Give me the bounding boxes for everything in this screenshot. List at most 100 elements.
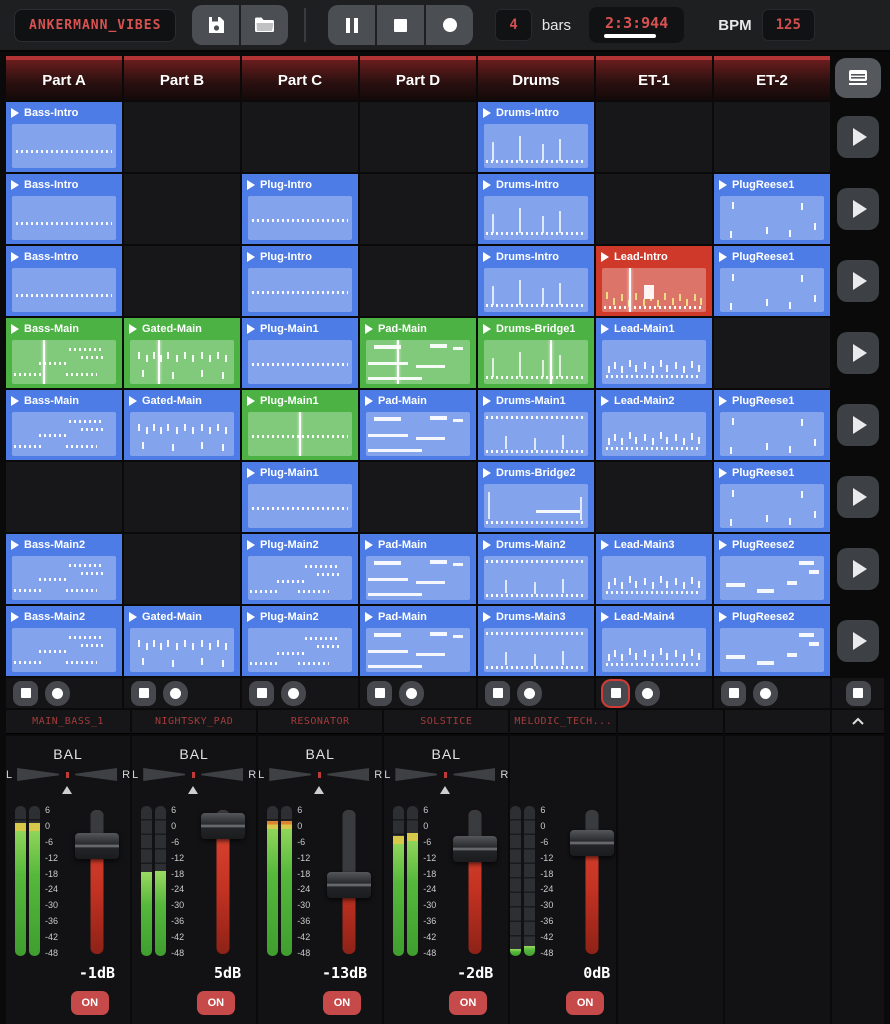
empty-clip-slot[interactable] [714,318,830,388]
empty-clip-slot[interactable] [124,174,240,244]
track-name-main-bass-1[interactable]: MAIN_BASS_1 [6,710,130,734]
empty-clip-slot[interactable] [360,246,476,316]
track-name-solstice[interactable]: SOLSTICE [384,710,508,734]
track-header-drums[interactable]: Drums [478,56,594,100]
clip-bass-intro[interactable]: Bass-Intro [6,174,122,244]
clip-drums-intro[interactable]: Drums-Intro [478,102,594,172]
empty-clip-slot[interactable] [6,462,122,532]
track-header-part-a[interactable]: Part A [6,56,122,100]
clip-lead-main4[interactable]: Lead-Main4 [596,606,712,676]
clip-pad-main[interactable]: Pad-Main [360,390,476,460]
fader-handle[interactable] [201,813,245,839]
clip-lead-main2[interactable]: Lead-Main2 [596,390,712,460]
scene-play-button-3[interactable] [837,260,879,302]
empty-clip-slot[interactable] [596,102,712,172]
scene-play-button-7[interactable] [837,548,879,590]
track-record-button-part-c[interactable] [281,681,306,706]
time-display[interactable]: 2:3:944 [589,7,684,43]
clip-drums-main3[interactable]: Drums-Main3 [478,606,594,676]
clip-plug-intro[interactable]: Plug-Intro [242,174,358,244]
clip-plugreese2[interactable]: PlugReese2 [714,534,830,604]
scene-play-button-5[interactable] [837,404,879,446]
empty-clip-slot[interactable] [714,102,830,172]
volume-fader[interactable] [452,806,498,958]
scene-play-button-8[interactable] [837,620,879,662]
clip-bass-main2[interactable]: Bass-Main2 [6,534,122,604]
clip-gated-main[interactable]: Gated-Main [124,606,240,676]
bpm-value[interactable]: 125 [762,9,815,41]
channel-on-button[interactable]: ON [449,991,488,1015]
clip-pad-main[interactable]: Pad-Main [360,534,476,604]
fader-handle[interactable] [570,830,614,856]
track-record-button-part-a[interactable] [45,681,70,706]
scene-play-button-2[interactable] [837,188,879,230]
clip-gated-main[interactable]: Gated-Main [124,390,240,460]
track-header-part-d[interactable]: Part D [360,56,476,100]
clip-plugreese1[interactable]: PlugReese1 [714,390,830,460]
fader-handle[interactable] [453,836,497,862]
balance-control[interactable]: BALLR [384,744,508,802]
scene-play-button-4[interactable] [837,332,879,374]
track-header-part-b[interactable]: Part B [124,56,240,100]
empty-clip-slot[interactable] [360,102,476,172]
track-name-nightsky-pad[interactable]: NIGHTSKY_PAD [132,710,256,734]
empty-clip-slot[interactable] [124,534,240,604]
clip-plugreese2[interactable]: PlugReese2 [714,606,830,676]
clip-bass-main[interactable]: Bass-Main [6,318,122,388]
clip-bass-intro[interactable]: Bass-Intro [6,246,122,316]
fader-handle[interactable] [75,833,119,859]
clip-plugreese1[interactable]: PlugReese1 [714,246,830,316]
clip-plug-main1[interactable]: Plug-Main1 [242,462,358,532]
balance-control[interactable]: BALLR [6,744,130,802]
track-stop-button-part-b[interactable] [131,681,156,706]
clip-plug-main2[interactable]: Plug-Main2 [242,606,358,676]
clip-gated-main[interactable]: Gated-Main [124,318,240,388]
channel-on-button[interactable]: ON [566,991,605,1015]
clip-plug-intro[interactable]: Plug-Intro [242,246,358,316]
track-name-melodic-tech[interactable]: MELODIC_TECH... [510,710,616,734]
clip-plugreese1[interactable]: PlugReese1 [714,462,830,532]
channel-on-button[interactable]: ON [323,991,362,1015]
clip-pad-main[interactable]: Pad-Main [360,318,476,388]
clip-pad-main[interactable]: Pad-Main [360,606,476,676]
clip-lead-main1[interactable]: Lead-Main1 [596,318,712,388]
clip-drums-bridge1[interactable]: Drums-Bridge1 [478,318,594,388]
track-record-button-part-b[interactable] [163,681,188,706]
channel-on-button[interactable]: ON [71,991,110,1015]
track-stop-button-drums[interactable] [485,681,510,706]
track-record-button-part-d[interactable] [399,681,424,706]
clip-drums-main2[interactable]: Drums-Main2 [478,534,594,604]
clip-drums-main1[interactable]: Drums-Main1 [478,390,594,460]
clip-bass-main2[interactable]: Bass-Main2 [6,606,122,676]
track-header-et-2[interactable]: ET-2 [714,56,830,100]
save-button[interactable] [192,5,239,45]
empty-clip-slot[interactable] [596,462,712,532]
channel-on-button[interactable]: ON [197,991,236,1015]
stop-playback-button[interactable] [377,5,424,45]
track-stop-button-part-a[interactable] [13,681,38,706]
clip-bass-main[interactable]: Bass-Main [6,390,122,460]
volume-fader[interactable] [200,806,246,958]
track-header-et-1[interactable]: ET-1 [596,56,712,100]
clip-lead-main3[interactable]: Lead-Main3 [596,534,712,604]
pause-button[interactable] [328,5,375,45]
empty-clip-slot[interactable] [124,102,240,172]
clip-drums-bridge2[interactable]: Drums-Bridge2 [478,462,594,532]
clip-plug-main1[interactable]: Plug-Main1 [242,390,358,460]
fader-handle[interactable] [327,872,371,898]
clip-lead-intro[interactable]: Lead-Intro [596,246,712,316]
empty-clip-slot[interactable] [360,462,476,532]
collapse-mixer-button[interactable] [832,710,884,733]
clip-bass-intro[interactable]: Bass-Intro [6,102,122,172]
track-stop-button-et-2[interactable] [721,681,746,706]
track-stop-button-et-1[interactable] [603,681,628,706]
clip-plugreese1[interactable]: PlugReese1 [714,174,830,244]
empty-clip-slot[interactable] [360,174,476,244]
empty-clip-slot[interactable] [124,462,240,532]
master-stop-button[interactable] [846,681,871,706]
bars-value[interactable]: 4 [495,9,531,41]
track-record-button-drums[interactable] [517,681,542,706]
project-title[interactable]: ANKERMANN_VIBES [14,9,176,42]
clip-drums-intro[interactable]: Drums-Intro [478,246,594,316]
clip-plug-main1[interactable]: Plug-Main1 [242,318,358,388]
